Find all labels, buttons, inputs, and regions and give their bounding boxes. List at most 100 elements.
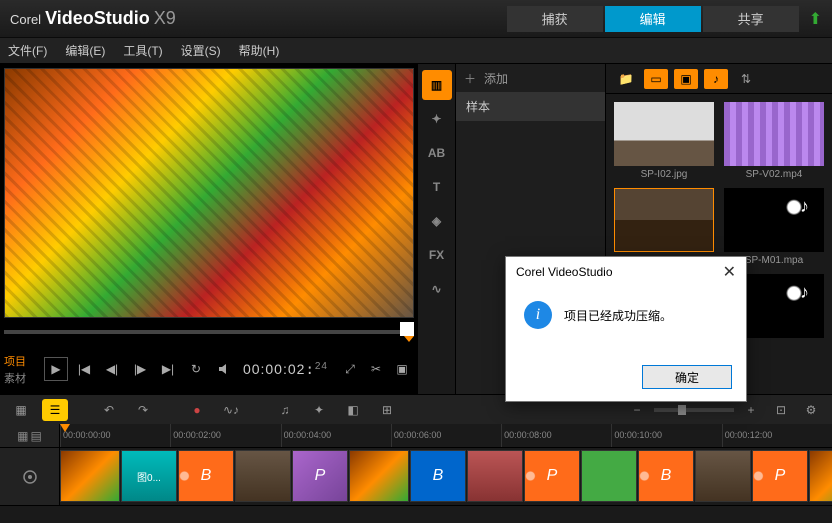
prev-frame-button[interactable]: ◀| <box>100 357 124 381</box>
main-tabs: 捕获 编辑 共享 <box>507 6 799 32</box>
zoom-handle[interactable] <box>678 405 686 415</box>
timeline-clip[interactable] <box>809 450 832 502</box>
ruler-ticks[interactable]: 00:00:00:00 00:00:02:00 00:00:04:00 00:0… <box>60 424 832 447</box>
go-end-button[interactable]: ▶| <box>156 357 180 381</box>
tab-capture[interactable]: 捕获 <box>507 6 603 32</box>
sort-icon[interactable]: ⇅ <box>734 69 758 89</box>
mode-project[interactable]: 项目 <box>4 353 40 369</box>
timeline: ▦ ▤ 00:00:00:00 00:00:02:00 00:00:04:00 … <box>0 424 832 506</box>
tick: 00:00:00:00 <box>60 424 170 447</box>
multi-cam-icon[interactable]: ⊞ <box>374 399 400 421</box>
media-tab-icon[interactable]: ▥ <box>422 70 452 100</box>
dialog-title-text: Corel VideoStudio <box>516 265 613 279</box>
title-tab-icon[interactable]: T <box>422 172 452 202</box>
preview-panel: 项目 素材 ▶ |◀ ◀| |▶ ▶| ↻ 00:00:02:24 ⤢ ✂ ▣ <box>0 64 418 394</box>
tab-share[interactable]: 共享 <box>703 6 799 32</box>
audio-button[interactable] <box>212 357 236 381</box>
filter-audio-icon[interactable]: ♪ <box>704 69 728 89</box>
auto-music-icon[interactable]: ♫ <box>272 399 298 421</box>
timeline-clip[interactable]: B <box>410 450 466 502</box>
motion-track-icon[interactable]: ✦ <box>306 399 332 421</box>
timeline-clip[interactable] <box>60 450 120 502</box>
path-tab-icon[interactable]: ∿ <box>422 274 452 304</box>
mode-clip[interactable]: 素材 <box>4 370 40 386</box>
playhead-icon[interactable] <box>60 424 70 432</box>
menu-help[interactable]: 帮助(H) <box>239 42 280 59</box>
library-item[interactable]: SP-V02.mp4 <box>724 102 824 180</box>
zoom-slider[interactable] <box>654 408 734 412</box>
timeline-clip[interactable]: B <box>638 450 694 502</box>
library-item[interactable]: SP-M01.mpa <box>724 188 824 266</box>
timeline-clip[interactable] <box>467 450 523 502</box>
timeline-view-icon[interactable]: ☰ <box>42 399 68 421</box>
fit-project-icon[interactable]: ⊡ <box>768 399 794 421</box>
toggle-tracks-icon[interactable]: ▦ <box>17 429 28 443</box>
tab-edit[interactable]: 编辑 <box>605 6 701 32</box>
timecode-display[interactable]: 00:00:02:24 <box>243 361 328 378</box>
mixer-icon[interactable]: ∿♪ <box>218 399 244 421</box>
timeline-clip[interactable]: P <box>292 450 348 502</box>
storyboard-view-icon[interactable]: ▦ <box>8 399 34 421</box>
instant-tab-icon[interactable]: ✦ <box>422 104 452 134</box>
timeline-ruler[interactable]: ▦ ▤ 00:00:00:00 00:00:02:00 00:00:04:00 … <box>0 424 832 448</box>
timecode-main: 00:00:02 <box>243 361 306 377</box>
version-text: X9 <box>154 8 176 29</box>
snapshot-icon[interactable]: ▣ <box>390 357 414 381</box>
folder-icon[interactable]: 📁 <box>614 69 638 89</box>
add-folder-icon[interactable]: ＋ <box>464 70 476 87</box>
add-folder-label[interactable]: 添加 <box>484 70 508 87</box>
filter-photo-icon[interactable]: ▣ <box>674 69 698 89</box>
track-content[interactable]: 图0... B P B P B P <box>60 448 832 505</box>
timeline-clip[interactable]: B <box>178 450 234 502</box>
menu-edit[interactable]: 编辑(E) <box>65 42 105 59</box>
item-caption: SP-M01.mpa <box>745 255 803 266</box>
go-start-button[interactable]: |◀ <box>72 357 96 381</box>
scrub-bar[interactable] <box>4 322 414 344</box>
filter-tab-icon[interactable]: FX <box>422 240 452 270</box>
menu-settings[interactable]: 设置(S) <box>181 42 221 59</box>
timeline-clip[interactable] <box>349 450 409 502</box>
graphic-tab-icon[interactable]: ◈ <box>422 206 452 236</box>
library-item[interactable] <box>614 188 714 266</box>
library-item[interactable]: SP-I02.jpg <box>614 102 714 180</box>
menu-tools[interactable]: 工具(T) <box>123 42 162 59</box>
redo-icon[interactable]: ↷ <box>130 399 156 421</box>
playback-mode[interactable]: 项目 素材 <box>4 353 40 386</box>
upload-icon[interactable]: ⬆ <box>809 9 822 29</box>
tick: 00:00:04:00 <box>281 424 391 447</box>
play-button[interactable]: ▶ <box>44 357 68 381</box>
split-icon[interactable]: ✂ <box>364 357 388 381</box>
preview-controls: 项目 素材 ▶ |◀ ◀| |▶ ▶| ↻ 00:00:02:24 ⤢ ✂ ▣ <box>4 348 414 390</box>
product-text: VideoStudio <box>45 8 150 29</box>
timeline-clip[interactable] <box>695 450 751 502</box>
settings-icon[interactable]: ⚙ <box>798 399 824 421</box>
menu-bar: 文件(F) 编辑(E) 工具(T) 设置(S) 帮助(H) <box>0 38 832 64</box>
scrub-marker-icon <box>404 336 414 342</box>
expand-icon[interactable]: ⤢ <box>338 357 362 381</box>
preview-viewport[interactable] <box>4 68 414 318</box>
undo-icon[interactable]: ↶ <box>96 399 122 421</box>
dialog-titlebar[interactable]: Corel VideoStudio ✕ <box>506 257 746 287</box>
video-track-icon <box>21 468 39 486</box>
timeline-clip[interactable]: P <box>752 450 808 502</box>
next-frame-button[interactable]: |▶ <box>128 357 152 381</box>
record-icon[interactable]: ● <box>184 399 210 421</box>
folder-header: ＋ 添加 <box>456 64 605 92</box>
folder-sample[interactable]: 样本 <box>456 92 605 121</box>
menu-file[interactable]: 文件(F) <box>8 42 47 59</box>
track-head-video[interactable] <box>0 448 60 505</box>
close-icon[interactable]: ✕ <box>723 262 736 282</box>
toggle-tracks-icon-2[interactable]: ▤ <box>31 429 42 443</box>
transition-tab-icon[interactable]: AB <box>422 138 452 168</box>
ok-button[interactable]: 确定 <box>642 365 732 389</box>
timeline-clip[interactable] <box>235 450 291 502</box>
loop-button[interactable]: ↻ <box>184 357 208 381</box>
thumbnail <box>614 102 714 166</box>
scrub-handle[interactable] <box>400 322 414 336</box>
filter-video-icon[interactable]: ▭ <box>644 69 668 89</box>
timeline-clip[interactable] <box>581 450 637 502</box>
timeline-clip[interactable]: 图0... <box>121 450 177 502</box>
timeline-clip[interactable]: P <box>524 450 580 502</box>
subtitle-icon[interactable]: ◧ <box>340 399 366 421</box>
tick: 00:00:08:00 <box>501 424 611 447</box>
